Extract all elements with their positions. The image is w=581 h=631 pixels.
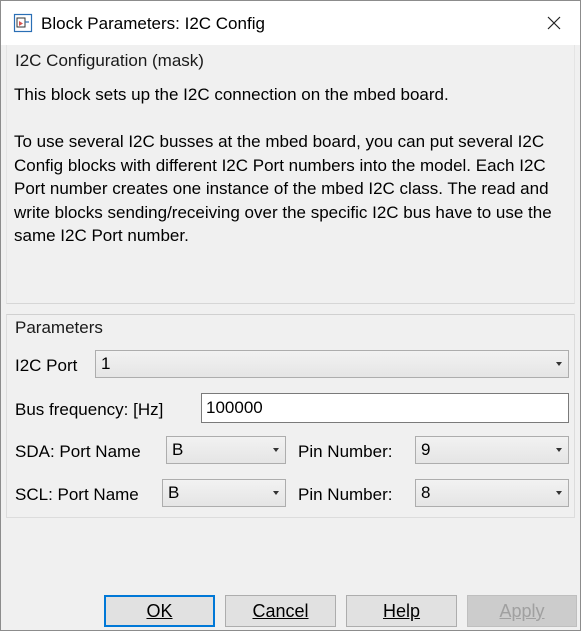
chevron-down-icon	[556, 491, 562, 495]
title-bar[interactable]: Block Parameters: I2C Config	[1, 1, 580, 45]
parameters-section: Parameters I2C Port 1 Bus frequency: [Hz…	[6, 314, 575, 518]
i2c-port-value: 1	[101, 354, 111, 373]
description-paragraph-1: This block sets up the I2C connection on…	[14, 85, 449, 104]
help-button[interactable]: Help	[346, 595, 457, 627]
apply-button[interactable]: Apply	[467, 595, 577, 627]
simulink-block-icon	[13, 13, 33, 33]
cancel-button[interactable]: Cancel	[225, 595, 336, 627]
chevron-down-icon	[556, 362, 562, 366]
i2c-port-label: I2C Port	[15, 356, 78, 375]
chevron-down-icon	[556, 448, 562, 452]
sda-port-value: B	[172, 440, 184, 459]
description-section: I2C Configuration (mask) This block sets…	[6, 45, 575, 304]
bus-frequency-input[interactable]: 100000	[201, 393, 569, 423]
chevron-down-icon	[273, 448, 279, 452]
scl-port-value: B	[168, 483, 180, 502]
description-section-title: I2C Configuration (mask)	[15, 51, 204, 70]
i2c-port-select[interactable]: 1	[95, 350, 569, 378]
scl-pin-select[interactable]: 8	[415, 479, 569, 507]
scl-pin-value: 8	[421, 483, 431, 502]
sda-port-select[interactable]: B	[166, 436, 286, 464]
ok-button[interactable]: OK	[104, 595, 215, 627]
scl-pin-label: Pin Number:	[298, 485, 393, 504]
close-icon[interactable]	[540, 9, 568, 37]
scl-port-select[interactable]: B	[162, 479, 286, 507]
sda-pin-value: 9	[421, 440, 431, 459]
sda-pin-select[interactable]: 9	[415, 436, 569, 464]
dialog-window: Block Parameters: I2C Config I2C Configu…	[0, 0, 581, 631]
chevron-down-icon	[273, 491, 279, 495]
sda-port-label: SDA: Port Name	[15, 442, 141, 461]
scl-port-label: SCL: Port Name	[15, 485, 139, 504]
parameters-section-title: Parameters	[15, 318, 103, 337]
bus-frequency-label: Bus frequency: [Hz]	[15, 400, 164, 419]
description-paragraph-2: To use several I2C busses at the mbed bo…	[14, 132, 557, 246]
window-title: Block Parameters: I2C Config	[41, 14, 265, 33]
sda-pin-label: Pin Number:	[298, 442, 393, 461]
